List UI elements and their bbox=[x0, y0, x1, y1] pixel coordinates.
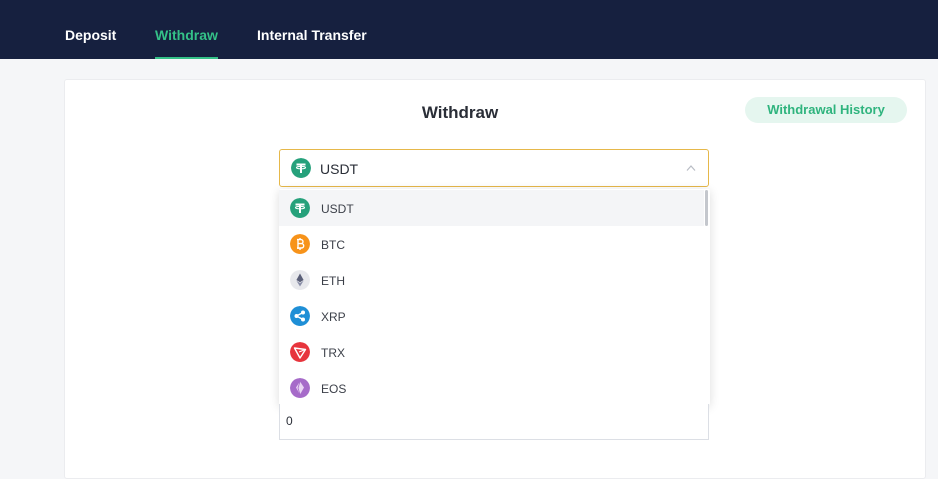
option-xrp[interactable]: XRP bbox=[279, 298, 704, 334]
xrp-icon bbox=[290, 306, 310, 326]
option-eth[interactable]: ETH bbox=[279, 262, 704, 298]
option-label: XRP bbox=[321, 310, 346, 324]
top-nav: Deposit Withdraw Internal Transfer bbox=[0, 0, 938, 59]
tab-withdraw[interactable]: Withdraw bbox=[155, 0, 218, 59]
dropdown-scrollbar[interactable] bbox=[705, 190, 708, 226]
trx-icon bbox=[290, 342, 310, 362]
option-label: EOS bbox=[321, 382, 347, 396]
usdt-icon bbox=[291, 158, 311, 178]
currency-dropdown: USDT BTC ETH XRP TRX EOS bbox=[279, 189, 710, 405]
currency-select[interactable]: USDT bbox=[279, 149, 709, 187]
option-eos[interactable]: EOS bbox=[279, 370, 704, 406]
eth-icon bbox=[290, 270, 310, 290]
option-usdt[interactable]: USDT bbox=[279, 190, 704, 226]
chevron-up-icon bbox=[686, 165, 696, 171]
withdrawal-history-button[interactable]: Withdrawal History bbox=[745, 97, 907, 123]
eos-icon bbox=[290, 378, 310, 398]
option-label: USDT bbox=[321, 202, 354, 216]
option-btc[interactable]: BTC bbox=[279, 226, 704, 262]
option-label: ETH bbox=[321, 274, 345, 288]
btc-icon bbox=[290, 234, 310, 254]
tab-deposit[interactable]: Deposit bbox=[65, 0, 116, 59]
option-label: TRX bbox=[321, 346, 345, 360]
amount-input[interactable]: 0 bbox=[279, 404, 709, 440]
usdt-icon bbox=[290, 198, 310, 218]
option-label: BTC bbox=[321, 238, 345, 252]
tab-internal-transfer[interactable]: Internal Transfer bbox=[257, 0, 367, 59]
selected-currency-label: USDT bbox=[320, 161, 359, 177]
option-trx[interactable]: TRX bbox=[279, 334, 704, 370]
